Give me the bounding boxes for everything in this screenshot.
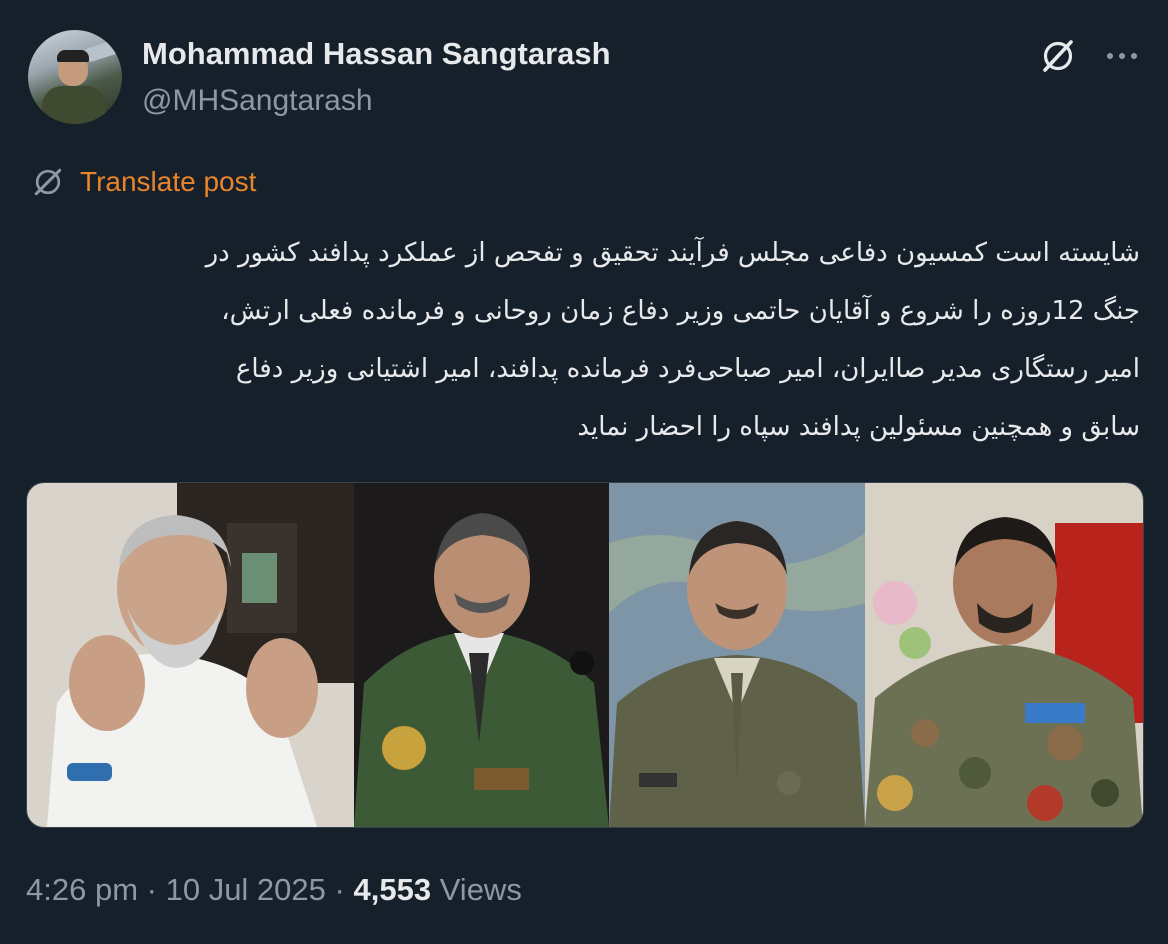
avatar[interactable] [28, 30, 122, 124]
post-date[interactable]: 10 Jul 2025 [166, 872, 326, 907]
author-handle[interactable]: @MHSangtarash [142, 84, 373, 118]
post-media[interactable] [26, 482, 1144, 828]
grok-icon[interactable] [1038, 36, 1078, 76]
media-photo-4[interactable] [865, 483, 1143, 827]
avatar-cap-shape [57, 50, 89, 62]
avatar-body-shape [42, 86, 106, 124]
views-count: 4,553 [353, 872, 432, 907]
post-meta: 4:26 pm · 10 Jul 2025 · 4,553 Views [26, 872, 522, 908]
post-text-line: شایسته است کمسیون دفاعی مجلس فرآیند تحقی… [205, 238, 1140, 268]
media-photo-3[interactable] [609, 483, 865, 827]
media-photo-2[interactable] [354, 483, 609, 827]
media-photo-1[interactable] [27, 483, 354, 827]
translate-post-label: Translate post [80, 166, 257, 197]
post-text-line: جنگ 12روزه را شروع و آقایان حاتمی وزیر د… [221, 296, 1140, 326]
post-time[interactable]: 4:26 pm [26, 872, 138, 907]
grok-translate-icon [34, 168, 62, 196]
translate-post-button[interactable]: Translate post [30, 164, 256, 200]
author-name[interactable]: Mohammad Hassan Sangtarash [142, 36, 611, 72]
post-text-line: امیر رستگاری مدیر صاایران، امیر صباحی‌فر… [235, 354, 1140, 384]
more-options-button[interactable] [1100, 36, 1144, 76]
meta-separator: · [334, 872, 345, 907]
post-text-line: سابق و همچنین مسئولین پدافند سپاه را احض… [577, 412, 1140, 442]
meta-separator: · [146, 872, 157, 907]
post-text: شایسته است کمسیون دفاعی مجلس فرآیند تحقی… [30, 224, 1140, 456]
views-label: Views [439, 872, 522, 907]
